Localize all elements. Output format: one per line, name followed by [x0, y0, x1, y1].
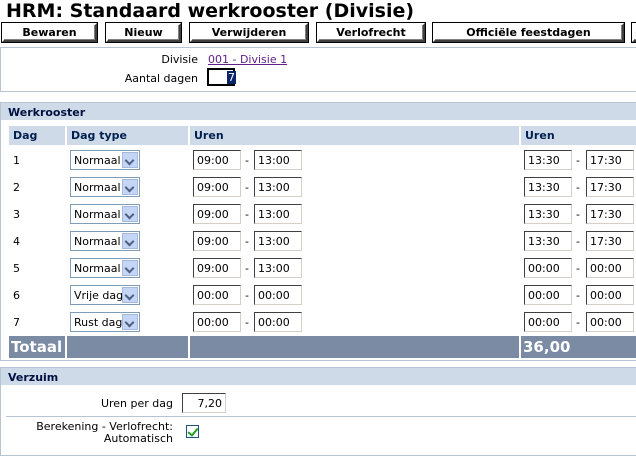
dagtype-select[interactable]: Normaal [70, 177, 140, 197]
col-uren-2: Uren [521, 126, 636, 145]
feestdagen-button[interactable]: Officiële feestdagen [433, 23, 624, 42]
uren1-to-input[interactable]: 13:00 [254, 231, 302, 251]
verlofrecht-button[interactable]: Verlofrecht [317, 23, 425, 42]
uren2-to-input[interactable]: 00:00 [586, 258, 634, 278]
uren2-from-input[interactable]: 13:30 [524, 204, 572, 224]
uren1-to-input[interactable]: 00:00 [254, 312, 302, 332]
total-spacer-1 [67, 336, 188, 358]
dagtype-value: Rust dag [74, 316, 123, 329]
row-dag-6: 6 [13, 289, 20, 302]
uren2-to-input[interactable]: 17:30 [586, 204, 634, 224]
dagtype-select[interactable]: Normaal [70, 258, 140, 278]
uren2-from-input[interactable]: 00:00 [524, 258, 572, 278]
save-button[interactable]: Bewaren [2, 23, 97, 42]
chevron-down-icon[interactable] [122, 179, 138, 195]
separator: - [245, 316, 249, 329]
dagtype-value: Normaal [74, 154, 121, 167]
uren1-to-input[interactable]: 13:00 [254, 204, 302, 224]
dagtype-select[interactable]: Normaal [70, 204, 140, 224]
uren1-from-input[interactable]: 09:00 [193, 204, 241, 224]
berekening-checkbox[interactable] [186, 425, 199, 438]
uren2-from-input[interactable]: 13:30 [524, 177, 572, 197]
dagtype-select[interactable]: Normaal [70, 231, 140, 251]
row-dag-7: 7 [13, 316, 20, 329]
row-dag-1: 1 [13, 154, 20, 167]
chevron-down-icon[interactable] [122, 233, 138, 249]
toolbar-overflow-button[interactable] [632, 23, 636, 42]
chevron-down-icon[interactable] [122, 206, 138, 222]
dagtype-select[interactable]: Rust dag [70, 312, 140, 332]
dagtype-value: Vrije dag [74, 289, 124, 302]
chevron-down-icon[interactable] [122, 314, 138, 330]
uren1-from-input[interactable]: 00:00 [193, 312, 241, 332]
total-spacer-2 [190, 336, 519, 358]
dagtype-value: Normaal [74, 262, 121, 275]
page-title: HRM: Standaard werkrooster (Divisie) [6, 0, 415, 22]
uren2-to-input[interactable]: 00:00 [586, 312, 634, 332]
uren2-to-input[interactable]: 17:30 [586, 231, 634, 251]
uren2-to-input[interactable]: 17:30 [586, 177, 634, 197]
werkrooster-title: Werkrooster [1, 103, 636, 121]
uren2-to-input[interactable]: 17:30 [586, 150, 634, 170]
chevron-down-icon[interactable] [122, 152, 138, 168]
uren1-from-input[interactable]: 09:00 [193, 150, 241, 170]
separator: - [245, 262, 249, 275]
separator: - [576, 208, 580, 221]
separator: - [245, 235, 249, 248]
header-panel [0, 47, 636, 92]
row-dag-2: 2 [13, 181, 20, 194]
dagtype-select[interactable]: Normaal [70, 150, 140, 170]
delete-button[interactable]: Verwijderen [190, 23, 308, 42]
uren1-to-input[interactable]: 00:00 [254, 285, 302, 305]
uren-per-dag-input[interactable]: 7,20 [182, 393, 226, 413]
separator: - [576, 181, 580, 194]
separator: - [245, 289, 249, 302]
dagen-input[interactable]: 7 [207, 68, 236, 86]
uren2-from-input[interactable]: 00:00 [524, 285, 572, 305]
total-value: 36,00 [521, 336, 636, 358]
divisie-link[interactable]: 001 - Divisie 1 [208, 53, 287, 66]
separator: - [576, 316, 580, 329]
separator: - [576, 154, 580, 167]
dagen-value: 7 [227, 71, 236, 84]
col-uren-1: Uren [190, 126, 519, 145]
verzuim-title: Verzuim [1, 368, 636, 386]
divisie-label: Divisie [161, 53, 198, 66]
dagen-label: Aantal dagen [124, 72, 198, 85]
col-dag: Dag [9, 126, 65, 145]
separator: - [576, 235, 580, 248]
verzuim-divider [6, 416, 636, 417]
uren2-from-input[interactable]: 00:00 [524, 312, 572, 332]
separator: - [245, 208, 249, 221]
separator: - [576, 289, 580, 302]
uren1-from-input[interactable]: 00:00 [193, 285, 241, 305]
separator: - [576, 262, 580, 275]
row-dag-5: 5 [13, 262, 20, 275]
dagtype-select[interactable]: Vrije dag [70, 285, 140, 305]
uren2-to-input[interactable]: 00:00 [586, 285, 634, 305]
separator: - [245, 154, 249, 167]
dagtype-value: Normaal [74, 181, 121, 194]
uren1-from-input[interactable]: 09:00 [193, 177, 241, 197]
uren-per-dag-label: Uren per dag [100, 397, 173, 410]
uren1-to-input[interactable]: 13:00 [254, 150, 302, 170]
dagtype-value: Normaal [74, 235, 121, 248]
chevron-down-icon[interactable] [122, 287, 138, 303]
col-dagtype: Dag type [67, 126, 188, 145]
total-label: Totaal [9, 336, 65, 358]
uren2-from-input[interactable]: 13:30 [524, 150, 572, 170]
uren1-from-input[interactable]: 09:00 [193, 258, 241, 278]
row-dag-3: 3 [13, 208, 20, 221]
uren1-to-input[interactable]: 13:00 [254, 258, 302, 278]
new-button[interactable]: Nieuw [106, 23, 181, 42]
berekening-label-2: Automatisch [103, 432, 173, 445]
toolbar: Bewaren Nieuw Verwijderen Verlofrecht Of… [0, 22, 636, 42]
chevron-down-icon[interactable] [122, 260, 138, 276]
row-dag-4: 4 [13, 235, 20, 248]
uren2-from-input[interactable]: 13:30 [524, 231, 572, 251]
uren1-from-input[interactable]: 09:00 [193, 231, 241, 251]
dagtype-value: Normaal [74, 208, 121, 221]
separator: - [245, 181, 249, 194]
uren1-to-input[interactable]: 13:00 [254, 177, 302, 197]
